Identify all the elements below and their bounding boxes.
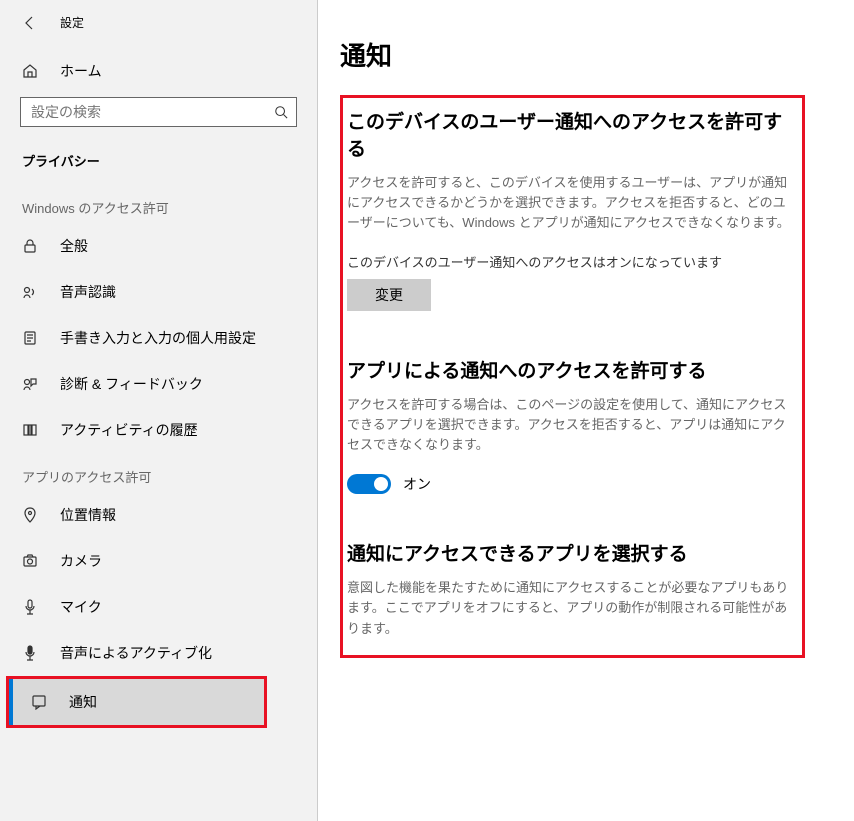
section2-title: アプリによる通知へのアクセスを許可する <box>347 359 792 386</box>
sidebar-item-general[interactable]: 全般 <box>0 223 317 269</box>
content-area: 通知 このデバイスのユーザー通知へのアクセスを許可する アクセスを許可すると、こ… <box>318 0 854 821</box>
back-icon[interactable] <box>22 15 38 31</box>
sidebar-item-location[interactable]: 位置情報 <box>0 492 317 538</box>
category-label: プライバシー <box>0 131 317 184</box>
section3-desc: 意図した機能を果たすために通知にアクセスすることが必要なアプリもあります。ここで… <box>347 578 792 638</box>
sidebar-item-speech[interactable]: 音声認識 <box>0 269 317 315</box>
app-access-toggle[interactable] <box>347 474 391 494</box>
notification-icon <box>31 694 47 710</box>
clipboard-icon <box>22 330 38 346</box>
sidebar-item-label: 音声によるアクティブ化 <box>60 643 212 663</box>
section1-status: このデバイスのユーザー通知へのアクセスはオンになっています <box>347 252 792 271</box>
search-input[interactable] <box>21 98 296 126</box>
sidebar-item-label: カメラ <box>60 551 102 571</box>
search-box[interactable] <box>20 97 297 127</box>
toggle-label: オン <box>403 474 431 494</box>
voice-activation-icon <box>22 645 38 661</box>
windows-permissions-list: 全般 音声認識 手書き入力と入力の個人用設定 診断 & フィードバック アクティ… <box>0 223 317 453</box>
activity-icon <box>22 422 38 438</box>
sidebar-item-label: 診断 & フィードバック <box>60 374 203 394</box>
section3-title: 通知にアクセスできるアプリを選択する <box>347 542 792 569</box>
app-permissions-list: 位置情報 カメラ マイク 音声によるアクティブ化 通知 <box>0 492 317 728</box>
sidebar-item-label: 手書き入力と入力の個人用設定 <box>60 328 256 348</box>
sidebar-item-activity[interactable]: アクティビティの履歴 <box>0 407 317 453</box>
sidebar-item-label: 位置情報 <box>60 505 116 525</box>
sidebar-item-label: マイク <box>60 597 102 617</box>
sidebar-item-notifications[interactable]: 通知 <box>9 679 264 725</box>
speech-icon <box>22 284 38 300</box>
page-title: 通知 <box>340 36 854 73</box>
search-icon <box>274 105 288 119</box>
sidebar-item-label: アクティビティの履歴 <box>60 420 198 440</box>
sidebar: 設定 ホーム プライバシー Windows のアクセス許可 全般 音声認識 手書… <box>0 0 318 821</box>
sidebar-item-voice-activation[interactable]: 音声によるアクティブ化 <box>0 630 317 676</box>
app-permissions-header: アプリのアクセス許可 <box>0 453 317 492</box>
section1-title: このデバイスのユーザー通知へのアクセスを許可する <box>347 110 792 163</box>
titlebar-label: 設定 <box>60 14 84 31</box>
lock-icon <box>22 238 38 254</box>
sidebar-item-label: 音声認識 <box>60 282 116 302</box>
home-label: ホーム <box>60 61 102 81</box>
sidebar-item-inking[interactable]: 手書き入力と入力の個人用設定 <box>0 315 317 361</box>
windows-permissions-header: Windows のアクセス許可 <box>0 184 317 223</box>
camera-icon <box>22 553 38 569</box>
location-icon <box>22 507 38 523</box>
sidebar-item-microphone[interactable]: マイク <box>0 584 317 630</box>
section1-desc: アクセスを許可すると、このデバイスを使用するユーザーは、アプリが通知にアクセスで… <box>347 173 792 233</box>
sidebar-item-camera[interactable]: カメラ <box>0 538 317 584</box>
microphone-icon <box>22 599 38 615</box>
home-icon <box>22 63 38 79</box>
sidebar-item-diagnostics[interactable]: 診断 & フィードバック <box>0 361 317 407</box>
highlighted-settings-group: このデバイスのユーザー通知へのアクセスを許可する アクセスを許可すると、このデバ… <box>340 95 805 658</box>
feedback-icon <box>22 376 38 392</box>
section2-desc: アクセスを許可する場合は、このページの設定を使用して、通知にアクセスできるアプリ… <box>347 395 792 455</box>
titlebar: 設定 <box>0 0 317 41</box>
sidebar-item-label: 全般 <box>60 236 88 256</box>
change-button[interactable]: 変更 <box>347 279 431 311</box>
sidebar-item-label: 通知 <box>69 692 97 712</box>
home-link[interactable]: ホーム <box>0 55 317 87</box>
